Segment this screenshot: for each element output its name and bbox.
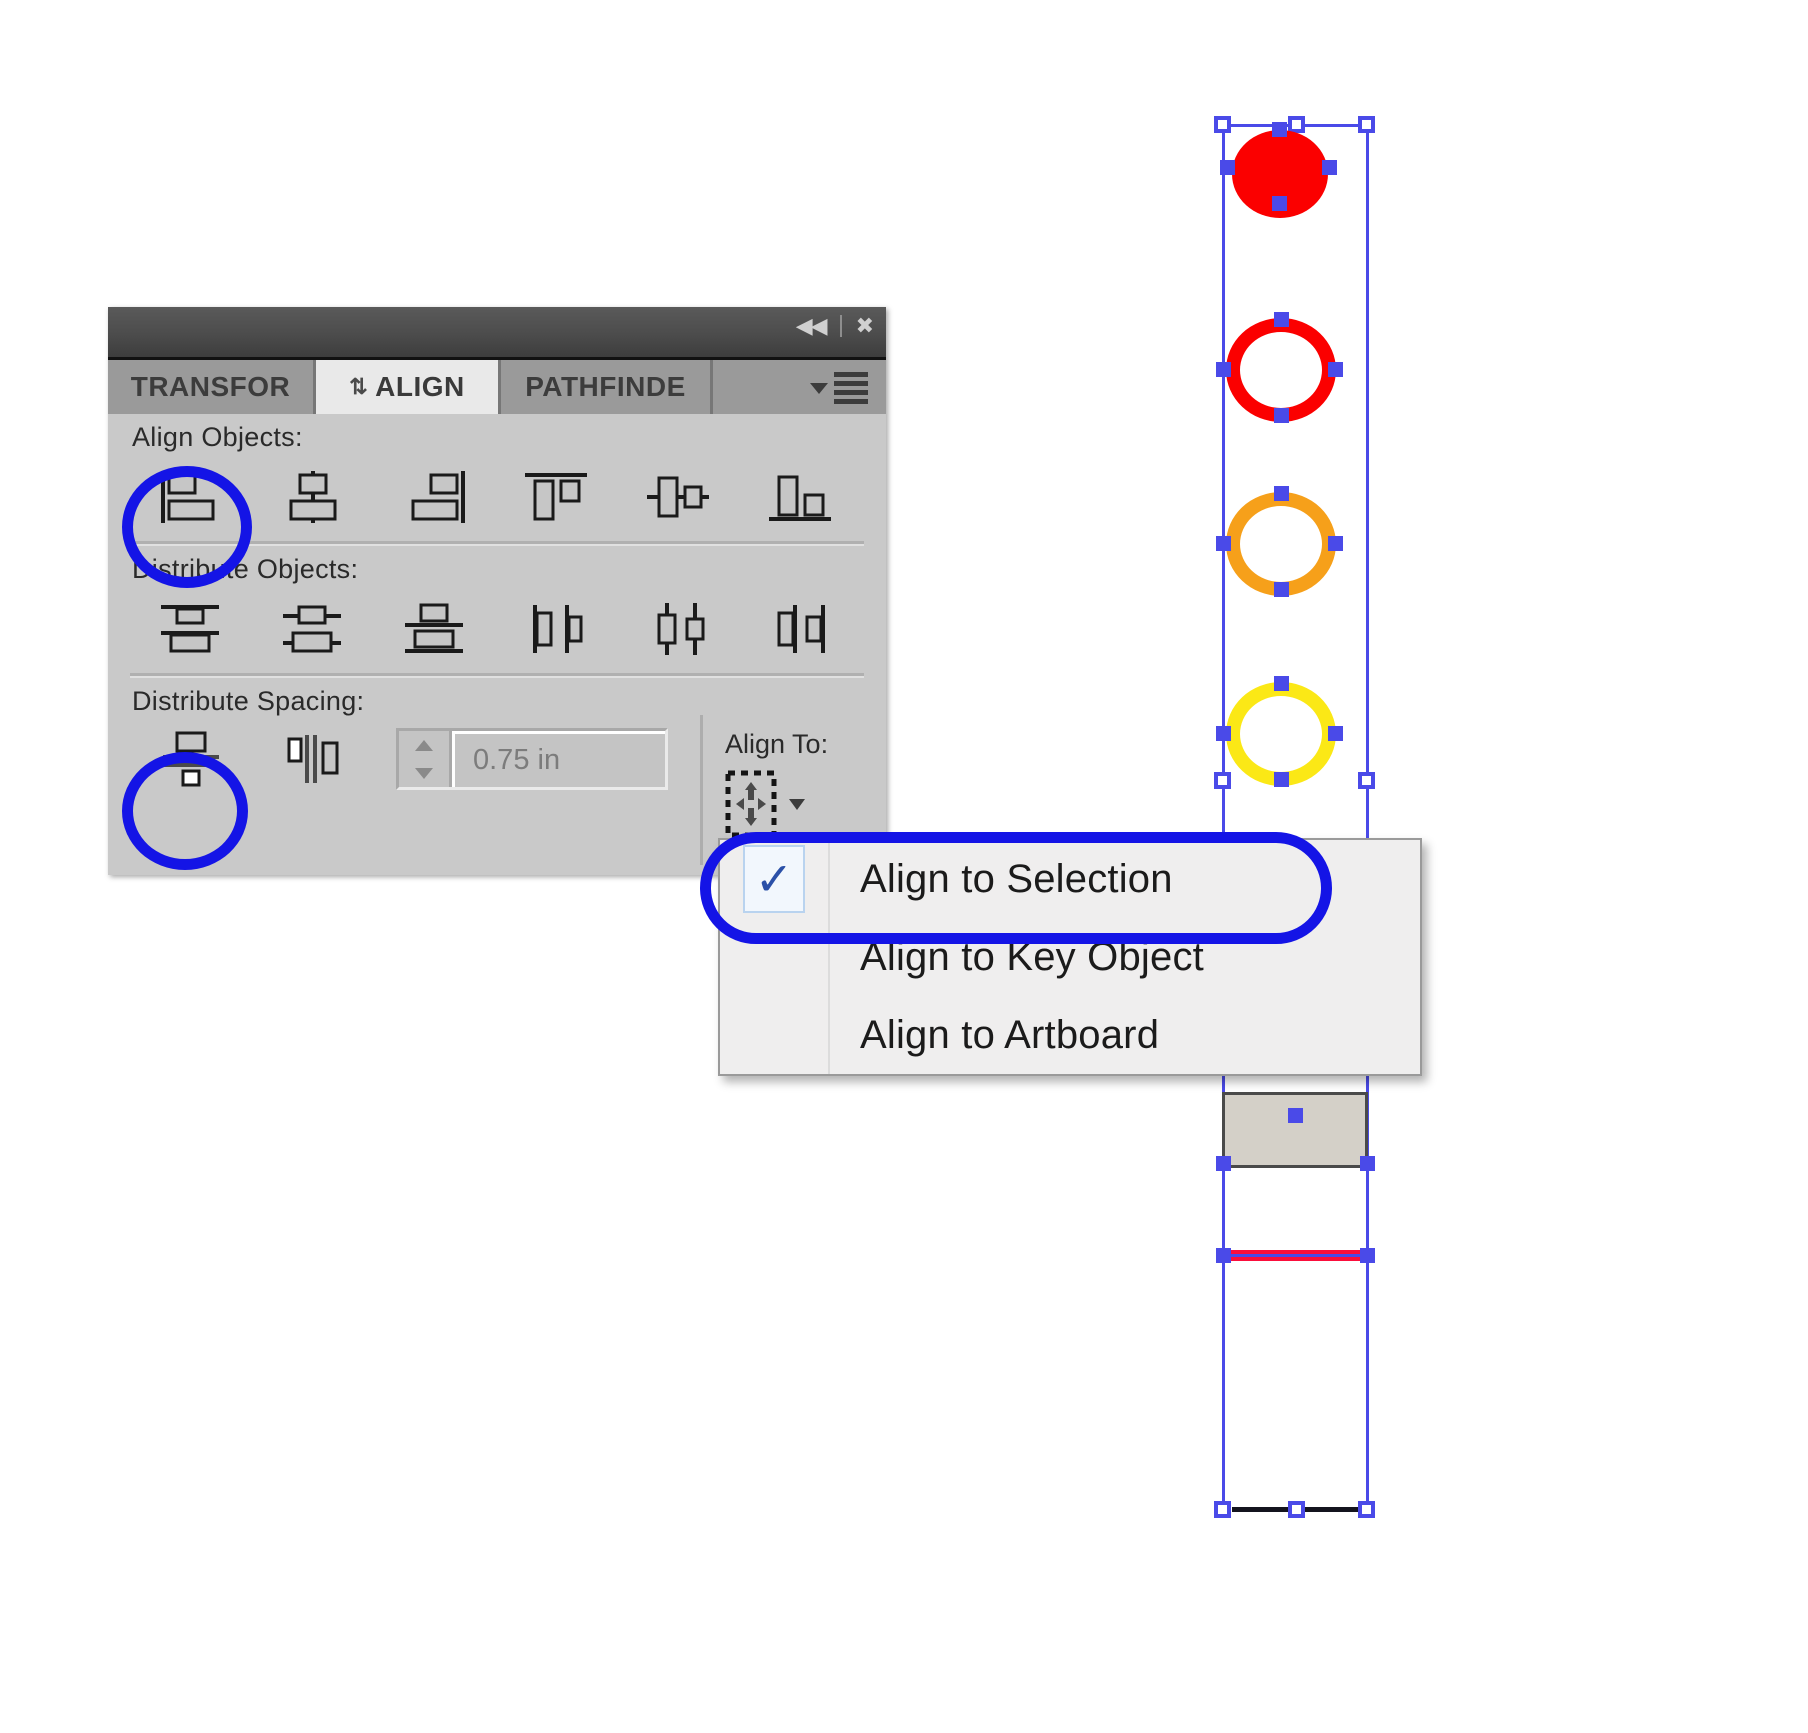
titlebar-separator [839, 315, 842, 337]
horizontal-distribute-spacing-button[interactable] [252, 721, 374, 797]
vertical-distribute-center-button[interactable] [252, 591, 374, 667]
panel-menu-icon[interactable] [810, 372, 868, 404]
tab-transform[interactable]: TRANSFOR [108, 360, 316, 414]
menu-item-align-to-key-object[interactable]: Align to Key Object [720, 918, 1420, 996]
path-anchor-point[interactable] [1216, 536, 1231, 551]
check-icon: ✓ [754, 853, 794, 905]
align-objects-button-row [108, 459, 886, 535]
selection-bbox-right-edge [1366, 124, 1369, 1510]
bbox-handle[interactable] [1288, 1501, 1305, 1518]
horizontal-distribute-left-button[interactable] [496, 591, 618, 667]
path-anchor-point[interactable] [1274, 676, 1289, 691]
path-anchor-point[interactable] [1216, 362, 1231, 377]
path-anchor-point[interactable] [1216, 1156, 1231, 1171]
bbox-handle[interactable] [1214, 772, 1231, 789]
path-anchor-point[interactable] [1328, 536, 1343, 551]
bbox-handle[interactable] [1214, 1501, 1231, 1518]
align-to-dropdown-button[interactable] [725, 770, 828, 838]
path-anchor-point[interactable] [1328, 362, 1343, 377]
vertical-align-center-button[interactable] [618, 459, 740, 535]
distribute-spacing-stepper[interactable] [399, 731, 452, 787]
path-anchor-point[interactable] [1274, 486, 1289, 501]
bbox-handle[interactable] [1358, 116, 1375, 133]
panel-titlebar: ◀◀ ✖ [108, 307, 886, 360]
distribute-spacing-row: 0.75 in Align To: [108, 715, 886, 865]
distribute-spacing-label: Distribute Spacing: [132, 686, 365, 716]
horizontal-distribute-right-button[interactable] [740, 591, 862, 667]
panel-tab-bar: TRANSFOR ⇅ ALIGN PATHFINDE [108, 360, 886, 414]
distribute-spacing-input[interactable]: 0.75 in [396, 728, 668, 790]
menu-item-label: Align to Key Object [860, 934, 1204, 979]
horizontal-align-center-button[interactable] [252, 459, 374, 535]
menu-item-align-to-artboard[interactable]: Align to Artboard [720, 996, 1420, 1074]
path-anchor-point[interactable] [1328, 726, 1343, 741]
vertical-distribute-bottom-button[interactable] [374, 591, 496, 667]
align-to-label: Align To: [725, 729, 829, 759]
menu-item-align-to-selection[interactable]: ✓ Align to Selection [720, 840, 1420, 918]
path-anchor-point[interactable] [1274, 772, 1289, 787]
close-icon[interactable]: ✖ [856, 315, 874, 337]
align-panel-body: Align Objects: Distribute Objects: Distr… [108, 414, 886, 875]
menu-item-label: Align to Selection [860, 856, 1173, 901]
distribute-objects-label: Distribute Objects: [132, 554, 359, 584]
vertical-distribute-spacing-button[interactable] [130, 721, 252, 797]
align-panel: ◀◀ ✖ TRANSFOR ⇅ ALIGN PATHFINDE Align Ob… [108, 307, 886, 875]
distribute-objects-button-row [108, 591, 886, 667]
shape-gray-square[interactable] [1222, 1092, 1368, 1168]
align-to-dropdown-menu: ✓ Align to Selection Align to Key Object… [718, 838, 1422, 1076]
tab-transform-label: TRANSFOR [130, 371, 291, 402]
menu-check-column: ✓ [720, 840, 830, 918]
hamburger-icon [834, 372, 868, 404]
horizontal-align-right-button[interactable] [374, 459, 496, 535]
path-anchor-point[interactable] [1216, 1248, 1231, 1263]
stepper-down-icon[interactable] [399, 759, 449, 787]
align-to-selection-icon [725, 770, 777, 838]
distribute-spacing-value[interactable]: 0.75 in [452, 731, 665, 787]
path-anchor-point[interactable] [1322, 160, 1337, 175]
chevron-down-icon [810, 382, 828, 394]
path-anchor-point[interactable] [1216, 726, 1231, 741]
path-anchor-point[interactable] [1272, 196, 1287, 211]
shape-orange-ring[interactable] [1226, 492, 1336, 596]
horizontal-align-left-button[interactable] [130, 459, 252, 535]
menu-check-column [720, 918, 830, 996]
collapse-double-arrow-icon[interactable]: ◀◀ [796, 315, 828, 337]
tab-pathfinder[interactable]: PATHFINDE [501, 360, 713, 414]
path-anchor-point[interactable] [1360, 1156, 1375, 1171]
shape-red-ring[interactable] [1226, 318, 1336, 422]
bbox-handle[interactable] [1358, 772, 1375, 789]
bbox-handle[interactable] [1358, 1501, 1375, 1518]
titlebar-controls: ◀◀ ✖ [796, 315, 874, 337]
tab-align[interactable]: ⇅ ALIGN [316, 360, 501, 414]
menu-item-label: Align to Artboard [860, 1012, 1160, 1057]
bbox-handle[interactable] [1214, 116, 1231, 133]
path-anchor-point[interactable] [1274, 582, 1289, 597]
bbox-mid-edge [1222, 1254, 1368, 1257]
shape-yellow-ring[interactable] [1226, 682, 1336, 786]
path-anchor-point[interactable] [1274, 312, 1289, 327]
align-objects-label: Align Objects: [132, 422, 303, 452]
tab-pathfinder-label: PATHFINDE [525, 371, 686, 402]
vertical-distribute-top-button[interactable] [130, 591, 252, 667]
path-anchor-point[interactable] [1220, 160, 1235, 175]
menu-check-column [720, 996, 830, 1074]
horizontal-distribute-center-button[interactable] [618, 591, 740, 667]
vertical-align-top-button[interactable] [496, 459, 618, 535]
chevron-down-icon [789, 798, 805, 810]
vertical-align-bottom-button[interactable] [740, 459, 862, 535]
stepper-up-icon[interactable] [399, 731, 449, 759]
path-anchor-point[interactable] [1272, 122, 1287, 137]
path-anchor-point[interactable] [1288, 1108, 1303, 1123]
tab-align-label: ALIGN [375, 371, 465, 402]
path-anchor-point[interactable] [1360, 1248, 1375, 1263]
selection-bbox-left-edge [1222, 124, 1225, 1510]
path-anchor-point[interactable] [1274, 408, 1289, 423]
checkmark-box: ✓ [743, 845, 805, 913]
tab-grip-icon: ⇅ [349, 374, 369, 399]
